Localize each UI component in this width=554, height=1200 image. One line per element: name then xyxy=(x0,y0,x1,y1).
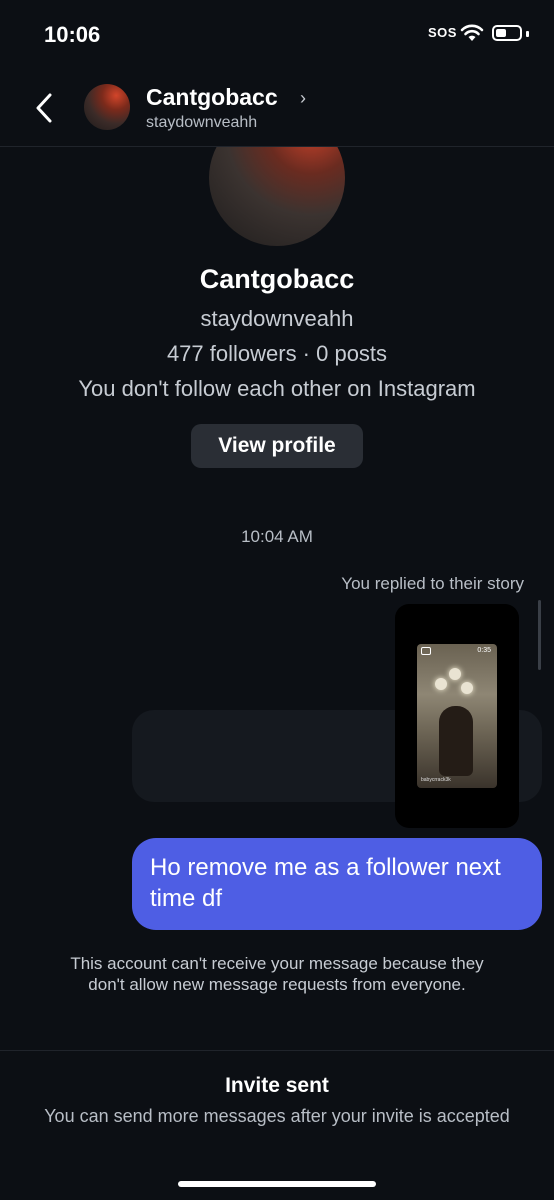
delivery-error-text: This account can't receive your message … xyxy=(70,954,484,994)
chevron-right-icon[interactable]: › xyxy=(300,88,306,109)
story-handle: babycrrack3k xyxy=(421,777,451,783)
battery-icon xyxy=(492,25,522,41)
status-time: 10:06 xyxy=(44,22,101,47)
profile-handle: staydownveahh xyxy=(200,306,354,331)
story-reply-label: You replied to their story xyxy=(341,574,524,593)
scrollbar[interactable] xyxy=(538,600,541,670)
header-divider xyxy=(0,146,554,147)
header-avatar[interactable] xyxy=(84,84,130,130)
profile-stats: 477 followers · 0 posts xyxy=(166,341,388,366)
invite-subtitle: You can send more messages after your in… xyxy=(44,1106,510,1126)
header-handle[interactable]: staydownveahh xyxy=(146,114,257,132)
home-indicator[interactable] xyxy=(178,1181,376,1187)
view-profile-button[interactable]: View profile xyxy=(191,424,363,468)
wifi-icon xyxy=(460,24,484,41)
message-timestamp: 10:04 AM xyxy=(241,527,313,546)
battery-cap xyxy=(526,31,529,37)
story-person xyxy=(439,706,473,776)
follow-status: You don't follow each other on Instagram xyxy=(78,376,476,401)
back-chevron-icon[interactable] xyxy=(34,92,54,124)
header-name[interactable]: Cantgobacc xyxy=(146,84,278,111)
sent-message-bubble[interactable]: Ho remove me as a follower next time df xyxy=(132,838,542,930)
sent-message-text: Ho remove me as a follower next time df xyxy=(150,854,501,912)
story-time: 0:35 xyxy=(477,647,491,654)
story-thumbnail[interactable]: 0:35 babycrrack3k xyxy=(417,644,497,788)
story-camera-icon xyxy=(421,647,431,655)
profile-name: Cantgobacc xyxy=(199,264,355,294)
footer-divider xyxy=(0,1050,554,1051)
sos-indicator: SOS xyxy=(428,25,457,40)
invite-title: Invite sent xyxy=(225,1074,329,1097)
ceiling-lights xyxy=(435,666,475,696)
